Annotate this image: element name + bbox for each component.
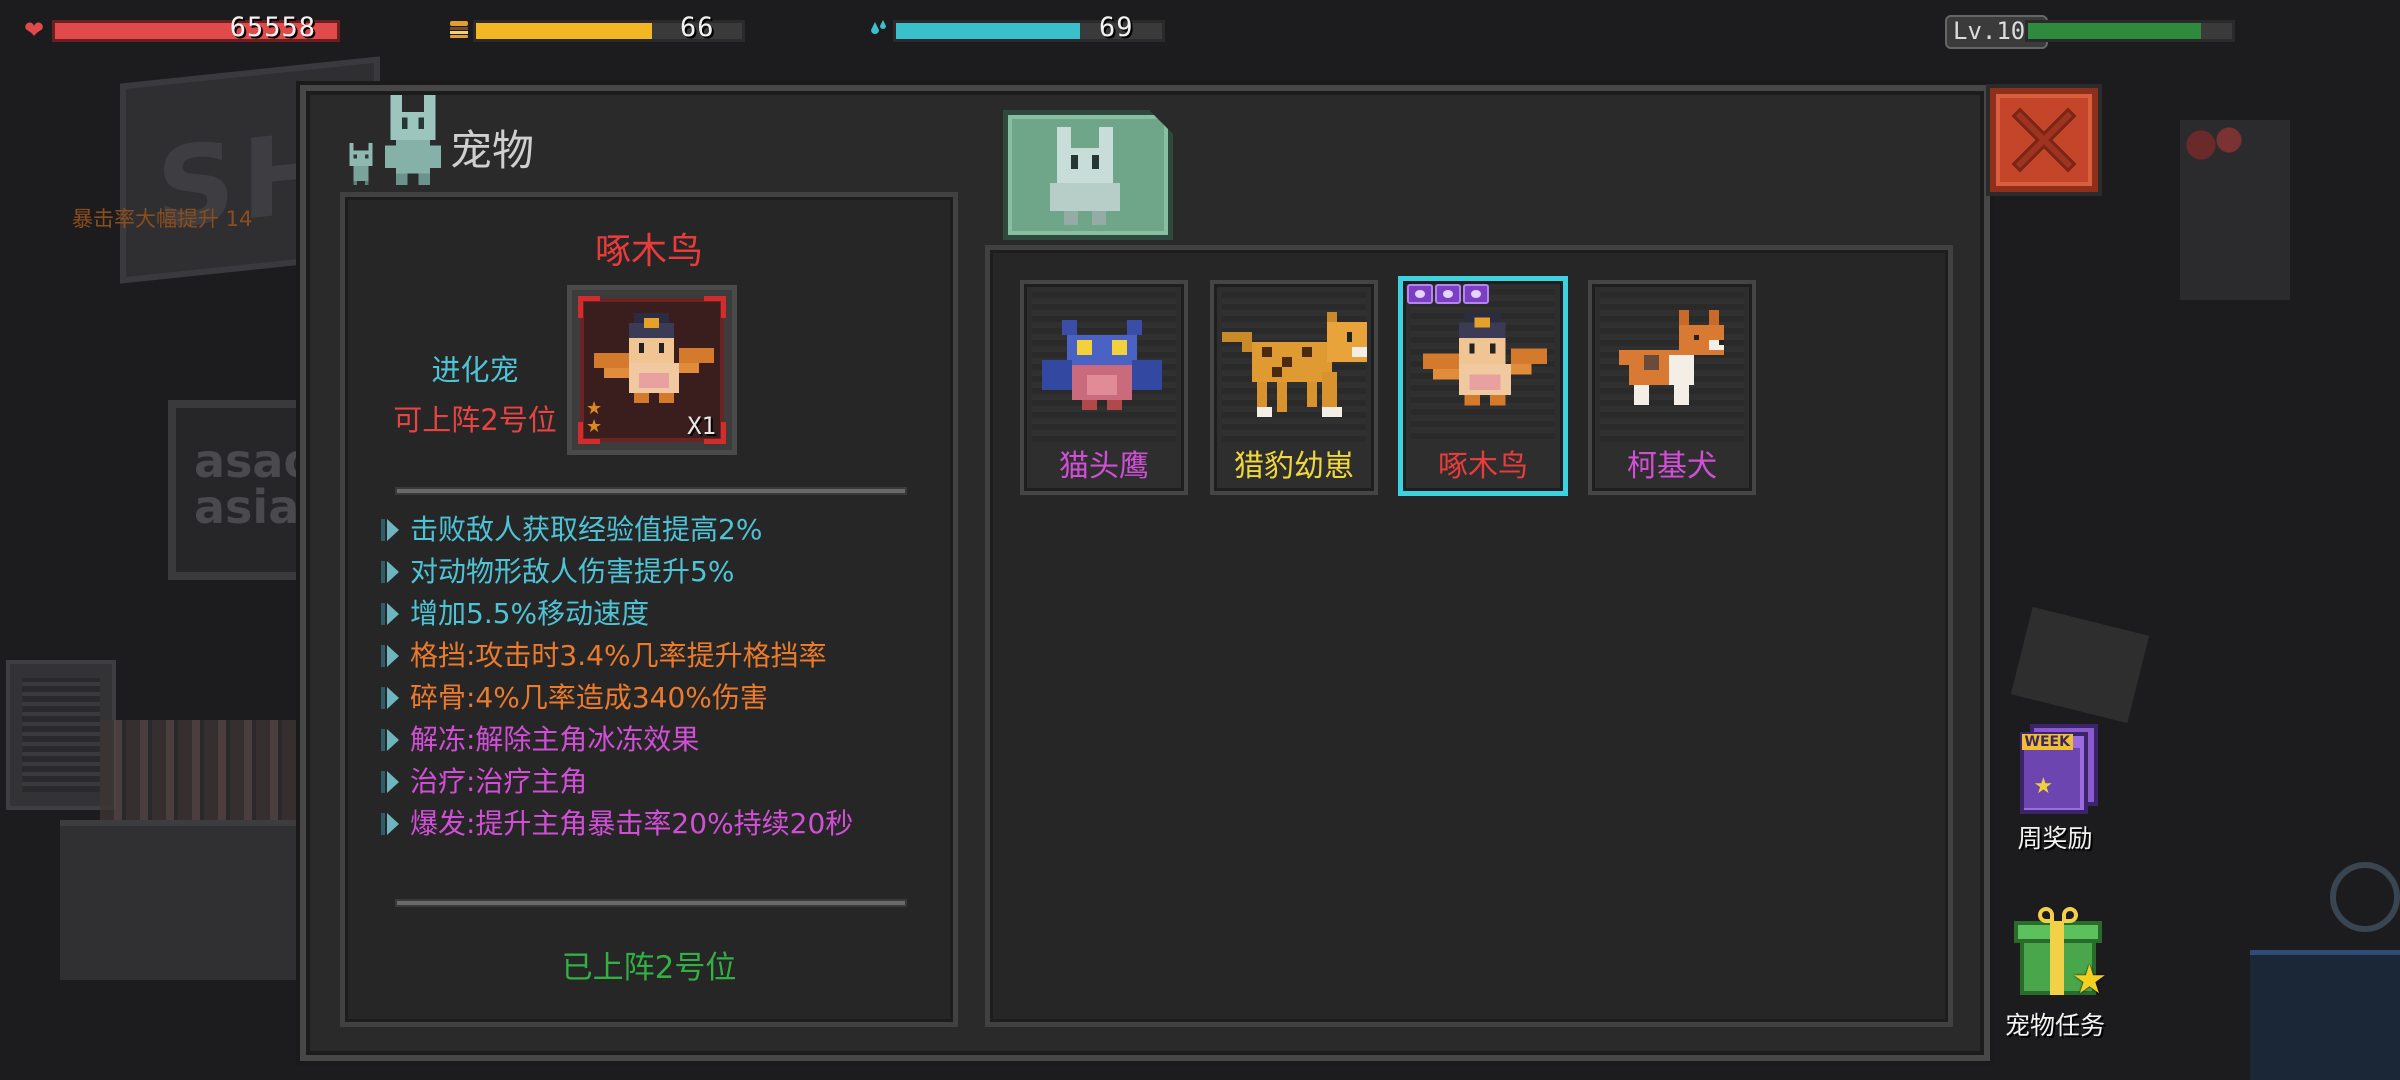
skill-text: 对动物形敌人伤害提升5%: [410, 555, 735, 588]
triangle-right-icon: [381, 561, 399, 583]
skill-item: 击败敌人获取经验值提高2%: [381, 509, 945, 551]
water-bar-fill: [896, 23, 1080, 39]
pet-task-button[interactable]: ★ 宠物任务: [1990, 905, 2120, 1042]
star-rating: ★ ★: [586, 398, 603, 437]
skill-text: 解冻:解除主角冰冻效果: [410, 723, 700, 756]
heart-icon: ❤: [23, 16, 45, 44]
weekly-reward-label: 周奖励: [2017, 824, 2093, 853]
skill-item: 格挡:攻击时3.4%几率提升格挡率: [381, 635, 945, 677]
triangle-right-icon: [381, 603, 399, 625]
monitor-text: asao asia: [194, 434, 316, 534]
hp-value: 65558: [229, 12, 316, 43]
skill-text: 增加5.5%移动速度: [410, 597, 650, 630]
pet-type-label: 进化宠: [431, 353, 519, 387]
triangle-right-icon: [381, 771, 399, 793]
pet-card-label: 猎豹幼崽: [1234, 449, 1354, 484]
skill-list: 击败敌人获取经验值提高2% 对动物形敌人伤害提升5% 增加5.5%移动速度格挡:攻击…: [381, 509, 945, 845]
triangle-right-icon: [381, 687, 399, 709]
weekly-reward-button[interactable]: WEEK ★ 周奖励: [1990, 718, 2120, 855]
flower: [2180, 120, 2250, 170]
skill-item: 对动物形敌人伤害提升5%: [381, 551, 945, 593]
eye-icon: [1463, 284, 1489, 304]
pet-quantity: X1: [687, 412, 716, 440]
skill-item: 碎骨:4%几率造成340%伤害: [381, 677, 945, 719]
divider-top: [395, 487, 907, 495]
pet-card-woodpecker[interactable]: 啄木鸟: [1398, 276, 1568, 496]
water-display: 69: [865, 12, 1165, 48]
pet-slot-label: 可上阵2号位: [393, 403, 557, 437]
panel-title: 宠物: [450, 126, 535, 175]
skill-item: 解冻:解除主角冰冻效果: [381, 719, 945, 761]
eye-icon: [1407, 284, 1433, 304]
counter: [60, 820, 320, 980]
magnifier-icon[interactable]: [2330, 862, 2400, 932]
skill-item: 治疗:治疗主角: [381, 761, 945, 803]
cheetah-cub-icon: [1222, 312, 1367, 417]
star-icon: ★: [2071, 957, 2108, 1003]
pet-card-label: 啄木鸟: [1438, 449, 1528, 484]
water-value: 69: [1099, 12, 1134, 43]
pet-card-label: 猫头鹰: [1059, 449, 1149, 484]
burger-icon: [445, 18, 473, 42]
hp-display: ❤ 65558: [20, 12, 340, 48]
paper-sheet: [2010, 606, 2150, 724]
skill-text: 爆发:提升主角暴击率20%持续20秒: [410, 807, 854, 840]
pet-cat-icon: [1050, 127, 1120, 225]
xp-bar-fill: [2028, 23, 2202, 39]
weekly-calendar-icon: WEEK ★: [2008, 718, 2103, 814]
eye-icon: [1435, 284, 1461, 304]
pet-detail-panel: 啄木鸟 进化宠 可上阵2号位 ★ ★ X1 击败敌人获取经验值提高2% 对动物形敌人…: [340, 192, 958, 1027]
skill-text: 格挡:攻击时3.4%几率提升格挡率: [410, 639, 827, 672]
divider-bottom: [395, 899, 907, 907]
background-toast: 暴击率大幅提升 14: [72, 207, 253, 231]
close-button[interactable]: [1990, 88, 2098, 192]
food-bar-fill: [476, 23, 652, 39]
pet-card-cheetah-cub[interactable]: 猎豹幼崽: [1210, 280, 1378, 495]
woodpecker-icon: [594, 313, 714, 403]
small-pet-icon: [349, 143, 373, 185]
week-badge: WEEK: [2021, 734, 2073, 750]
selected-pet-name: 啄木鸟: [594, 231, 703, 272]
triangle-right-icon: [381, 519, 399, 541]
xp-bar: [2025, 20, 2235, 42]
food-value: 66: [680, 12, 715, 43]
triangle-right-icon: [381, 645, 399, 667]
star-icon: ★: [2033, 774, 2054, 799]
woodpecker-icon: [1422, 312, 1548, 406]
background-monitor: asao asia: [168, 400, 318, 580]
tab-pets[interactable]: [1003, 110, 1173, 240]
bottle-shelf: [100, 720, 300, 830]
water-drop-icon: [865, 18, 893, 42]
triangle-right-icon: [381, 813, 399, 835]
close-icon: [2012, 108, 2076, 172]
evolution-badges: [1407, 284, 1489, 304]
pet-card-corgi[interactable]: 柯基犬: [1588, 280, 1756, 495]
deployed-status: 已上阵2号位: [561, 950, 737, 986]
triangle-right-icon: [381, 729, 399, 751]
pet-card-owl[interactable]: 猫头鹰: [1020, 280, 1188, 495]
skill-text: 碎骨:4%几率造成340%伤害: [410, 681, 768, 714]
pet-grid: 猫头鹰 猎豹幼崽 啄木鸟 柯基犬: [985, 245, 1953, 1027]
skill-item: 增加5.5%移动速度: [381, 593, 945, 635]
level-display: Lv.103: [1945, 12, 2295, 49]
pet-task-label: 宠物任务: [2004, 1011, 2105, 1040]
skill-item: 爆发:提升主角暴击率20%持续20秒: [381, 803, 945, 845]
pet-card-label: 柯基犬: [1627, 449, 1717, 484]
desk: [2250, 950, 2400, 1080]
owl-icon: [1042, 320, 1162, 410]
pet-cat-icon: [385, 95, 441, 185]
skill-text: 击败敌人获取经验值提高2%: [410, 513, 763, 546]
gift-icon: ★: [2008, 905, 2107, 1003]
food-display: 66: [445, 12, 745, 48]
pet-portrait: ★ ★ X1: [567, 285, 737, 455]
skill-text: 治疗:治疗主角: [410, 765, 588, 798]
corgi-icon: [1619, 310, 1724, 405]
